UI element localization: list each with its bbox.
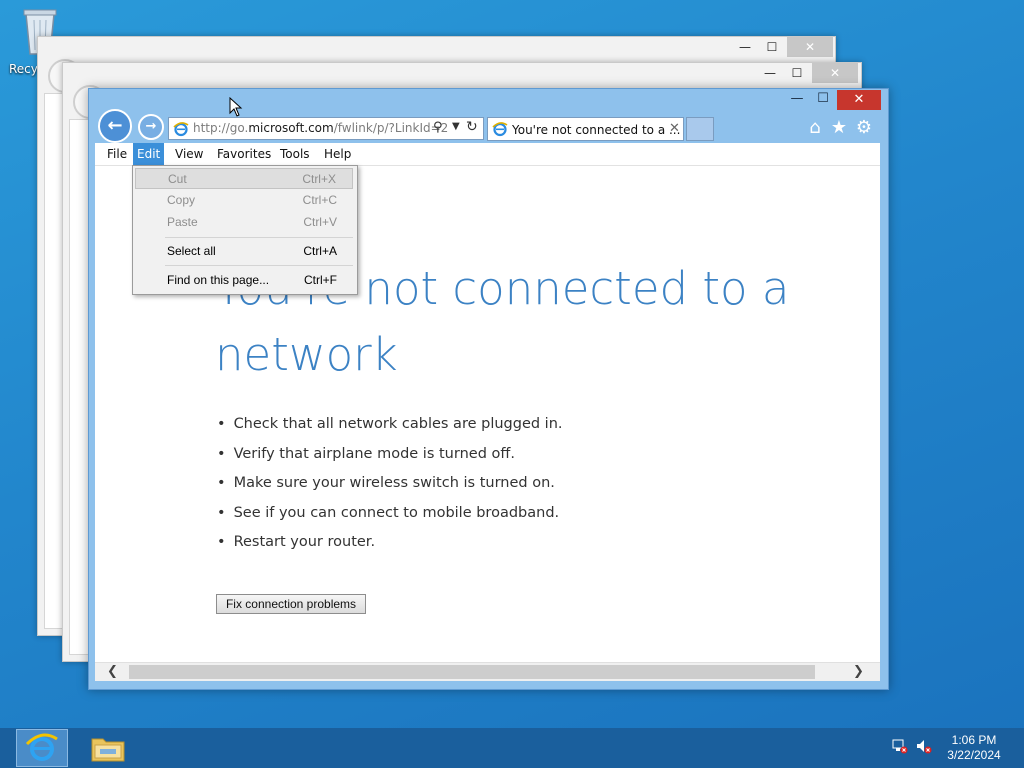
forward-arrow-icon: → [145, 119, 157, 134]
menu-edit[interactable]: Edit [133, 143, 165, 165]
edit-menu-dropdown: Cut Ctrl+X Copy Ctrl+C Paste Ctrl+V Select … [132, 165, 358, 295]
menu-tools[interactable]: Tools [276, 143, 314, 165]
horizontal-scrollbar[interactable]: ❮ ❯ [95, 662, 880, 681]
list-item: Restart your router. [217, 534, 563, 564]
menu-item-copy[interactable]: Copy Ctrl+C [135, 190, 353, 211]
taskbar: 1:06 PM 3/22/2024 [0, 728, 1024, 768]
address-bar[interactable]: http://go.microsoft.com/fwlink/p/?LinkId… [168, 117, 484, 140]
scroll-left-icon[interactable]: ❮ [107, 663, 118, 681]
clock-time: 1:06 PM [951, 733, 997, 747]
tools-gear-icon[interactable]: ⚙ [854, 117, 874, 139]
scroll-right-icon[interactable]: ❯ [853, 663, 864, 681]
menu-help[interactable]: Help [320, 143, 355, 165]
menu-item-cut[interactable]: Cut Ctrl+X [135, 168, 353, 189]
list-item: Check that all network cables are plugge… [217, 416, 563, 446]
minimize-button[interactable]: — [785, 90, 809, 110]
minimize-button[interactable]: — [758, 63, 782, 83]
new-tab-button[interactable] [686, 117, 714, 141]
menu-view[interactable]: View [171, 143, 207, 165]
menu-separator [165, 265, 353, 266]
close-button[interactable]: ✕ [812, 63, 858, 83]
scrollbar-thumb[interactable] [129, 665, 815, 679]
address-url[interactable]: http://go.microsoft.com/fwlink/p/?LinkId… [193, 121, 448, 135]
mouse-cursor-icon [229, 97, 243, 117]
list-item: See if you can connect to mobile broadba… [217, 505, 563, 535]
ie-favicon-icon [492, 122, 508, 137]
maximize-button[interactable]: ☐ [760, 37, 784, 57]
home-icon[interactable]: ⌂ [805, 117, 825, 139]
menu-item-paste[interactable]: Paste Ctrl+V [135, 212, 353, 233]
chevron-down-icon[interactable]: ▼ [452, 121, 460, 132]
internet-explorer-icon [25, 733, 58, 761]
maximize-button[interactable]: ☐ [785, 63, 809, 83]
menu-separator [165, 237, 353, 238]
back-arrow-icon: ← [107, 115, 123, 136]
search-icon[interactable]: ⚲ [433, 120, 443, 135]
close-button[interactable]: ✕ [837, 90, 881, 110]
close-button[interactable]: ✕ [787, 37, 833, 57]
tab-title: You're not connected to a ... [512, 123, 681, 137]
system-clock[interactable]: 1:06 PM 3/22/2024 [940, 733, 1008, 763]
forward-button[interactable]: → [138, 114, 164, 140]
favorites-star-icon[interactable]: ★ [829, 117, 849, 139]
network-error-icon[interactable] [892, 738, 908, 758]
tab-active[interactable]: You're not connected to a ... ✕ [487, 117, 684, 141]
back-button[interactable]: ← [98, 109, 132, 143]
volume-muted-icon[interactable] [916, 738, 932, 758]
list-item: Verify that airplane mode is turned off. [217, 446, 563, 476]
menu-file[interactable]: File [103, 143, 131, 165]
fix-connection-button[interactable]: Fix connection problems [216, 594, 366, 614]
minimize-button[interactable]: — [733, 37, 757, 57]
refresh-icon[interactable]: ↻ [466, 119, 478, 135]
folder-icon [91, 738, 125, 762]
maximize-button[interactable]: ☐ [811, 90, 835, 110]
clock-date: 3/22/2024 [947, 748, 1001, 762]
menu-item-select-all[interactable]: Select all Ctrl+A [135, 241, 353, 262]
troubleshooting-list: Check that all network cables are plugge… [217, 416, 563, 564]
close-icon[interactable]: ✕ [669, 121, 680, 136]
taskbar-internet-explorer[interactable] [16, 729, 68, 767]
list-item: Make sure your wireless switch is turned… [217, 475, 563, 505]
menu-item-find[interactable]: Find on this page... Ctrl+F [135, 270, 353, 291]
ie-favicon-icon [173, 122, 189, 137]
menu-favorites[interactable]: Favorites [213, 143, 275, 165]
menu-bar: File Edit View Favorites Tools Help [95, 143, 880, 166]
taskbar-file-explorer[interactable] [86, 732, 130, 764]
